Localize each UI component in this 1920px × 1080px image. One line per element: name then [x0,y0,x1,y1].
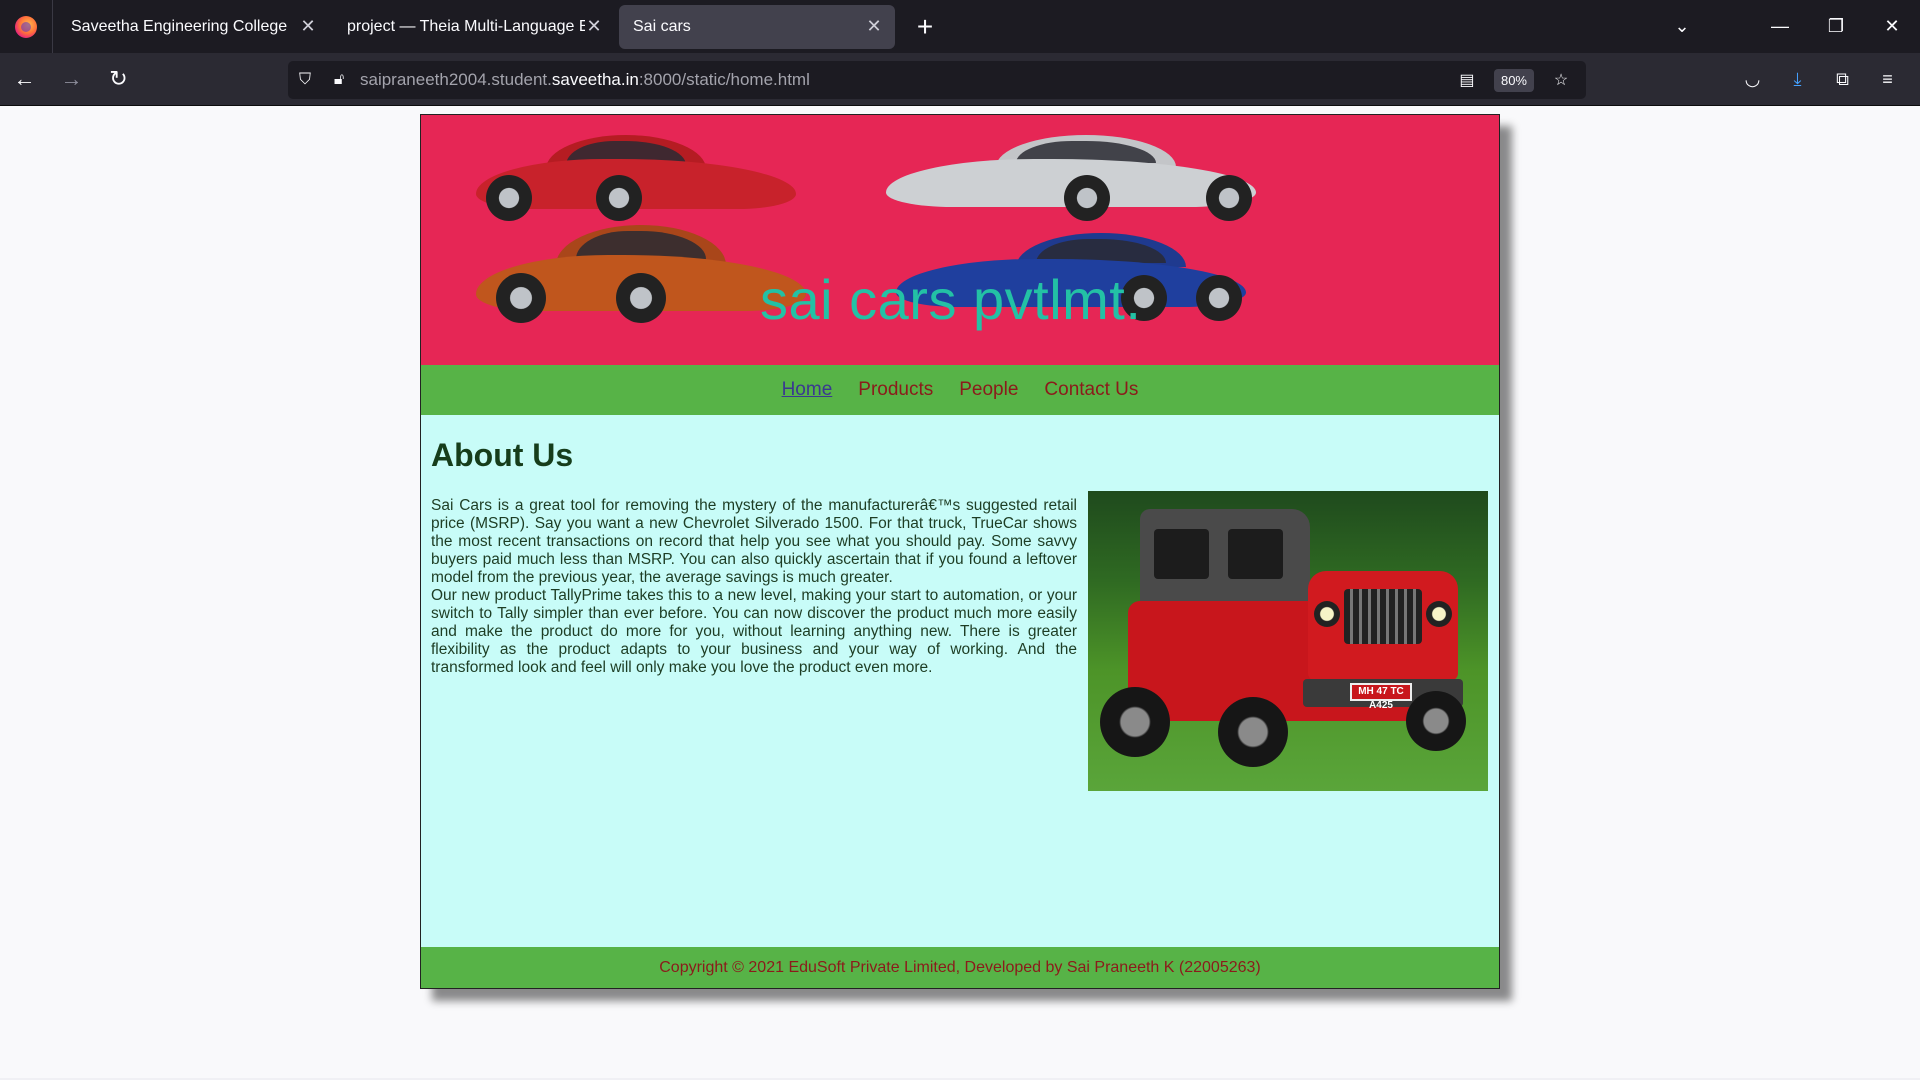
download-icon[interactable]: ⤓ [1775,60,1820,100]
back-arrow-icon[interactable]: ← [2,59,47,99]
banner-title: sai cars pvtlmt. [760,268,1142,331]
tab-title: project — Theia Multi-Language Ex [347,17,585,35]
nav-link-contact-us[interactable]: Contact Us [1044,379,1138,401]
tab-sai-cars[interactable]: Sai cars ✕ [619,4,895,49]
restore-icon[interactable]: ❐ [1808,0,1864,53]
lock-icon[interactable]: 🔓︎ [322,61,356,99]
site-nav-menu: Home Products People Contact Us [421,365,1499,415]
nav-link-home[interactable]: Home [782,379,833,401]
page-title: About Us [431,437,574,473]
about-paragraph-2: Our new product TallyPrime takes this to… [431,587,1077,676]
plus-icon[interactable]: + [905,7,945,47]
close-tab-icon[interactable]: ✕ [585,16,603,37]
address-bar[interactable]: ⛉ 🔓︎ saipraneeth2004.student.saveetha.in… [288,61,1586,99]
close-icon[interactable]: ✕ [1864,0,1920,53]
page-viewport: sai cars pvtlmt. Home Products People Co… [0,106,1920,1078]
silver-sedan-image [886,135,1256,221]
hamburger-menu-icon[interactable]: ≡ [1865,60,1910,100]
star-icon[interactable]: ☆ [1544,61,1578,99]
reload-icon[interactable]: ↻ [96,59,141,99]
minimize-icon[interactable]: — [1752,0,1808,53]
shield-icon[interactable]: ⛉ [288,61,322,99]
about-paragraph-1: Sai Cars is a great tool for removing th… [431,497,1077,586]
tab-title: Sai cars [633,17,691,35]
red-hatchback-image [476,135,796,221]
zoom-level-badge[interactable]: 80% [1493,68,1534,92]
forward-arrow-icon[interactable]: → [49,59,94,99]
nav-link-products[interactable]: Products [858,379,933,401]
reader-view-icon[interactable]: ▤ [1450,61,1484,99]
firefox-logo-icon [15,15,37,38]
about-text: Sai Cars is a great tool for removing th… [431,497,1077,677]
license-plate: MH 47 TC A425 [1350,683,1412,711]
puzzle-icon[interactable]: ⧉ [1820,60,1865,100]
close-tab-icon[interactable]: ✕ [865,16,883,37]
url-text[interactable]: saipraneeth2004.student.saveetha.in:8000… [360,70,810,90]
tab-title: Saveetha Engineering College [71,17,288,35]
about-section: About Us Sai Cars is a great tool for re… [421,415,1499,889]
firefox-view-button[interactable] [0,0,53,53]
navigation-toolbar: ← → ↻ ⛉ 🔓︎ saipraneeth2004.student.savee… [0,53,1920,106]
chevron-down-icon[interactable]: ⌄ [1654,0,1710,53]
close-tab-icon[interactable]: ✕ [299,16,317,37]
nav-link-people[interactable]: People [959,379,1018,401]
pocket-icon[interactable]: ◡ [1730,60,1775,100]
banner-image: sai cars pvtlmt. [421,115,1499,365]
tab-project-theia[interactable]: project — Theia Multi-Language Ex ✕ [333,5,615,49]
tab-strip: Saveetha Engineering College ✕ project —… [0,0,1920,53]
site-footer: Copyright © 2021 EduSoft Private Limited… [421,947,1499,988]
orange-suv-image [476,225,806,323]
tab-saveetha[interactable]: Saveetha Engineering College ✕ [57,5,329,49]
site-container: sai cars pvtlmt. Home Products People Co… [420,114,1500,989]
red-jeep-image: MH 47 TC A425 [1088,491,1488,791]
